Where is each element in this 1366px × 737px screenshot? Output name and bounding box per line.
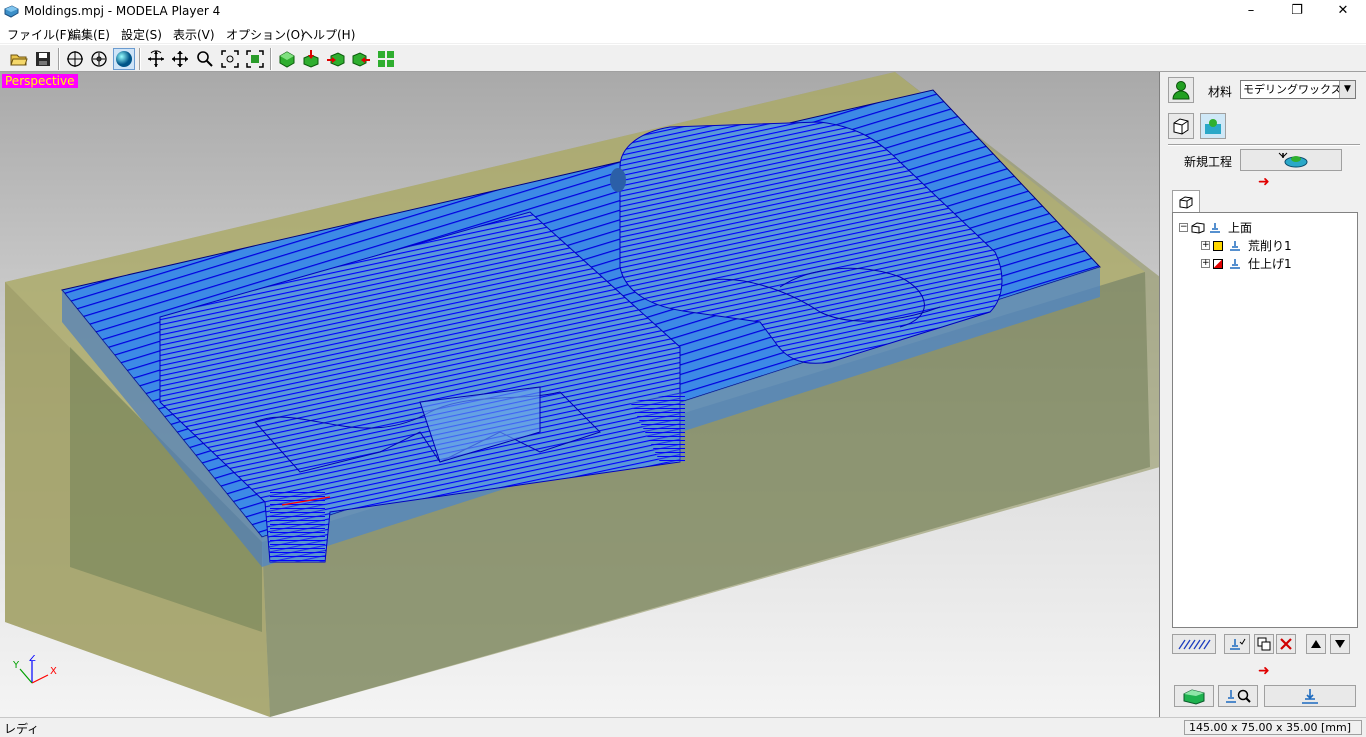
menu-help[interactable]: ヘルプ(H) (301, 26, 355, 43)
new-process-label: 新規工程 (1184, 155, 1233, 169)
menu-edit[interactable]: 編集(E) (69, 26, 110, 43)
axis-y-label: Y (12, 660, 20, 671)
cube-down-arrow-icon[interactable] (300, 48, 322, 70)
pan-icon[interactable] (169, 48, 191, 70)
tree-item-finishing[interactable]: + 仕上げ1 (1201, 255, 1292, 272)
toolpath-icon (1230, 258, 1240, 269)
3d-viewport[interactable]: Perspective Z X Y (0, 72, 1160, 717)
surface-icon (1210, 222, 1220, 233)
sphere-icon[interactable] (113, 48, 135, 70)
move-down-icon[interactable] (1330, 634, 1350, 654)
rotate-icon[interactable] (145, 48, 167, 70)
tree-root-label: 上面 (1228, 221, 1253, 235)
cube-left-arrow-icon[interactable] (350, 48, 372, 70)
copy-icon[interactable] (1254, 634, 1274, 654)
cut-output-button[interactable] (1264, 685, 1356, 707)
tab-top-face[interactable] (1172, 190, 1200, 212)
maximize-button[interactable]: ❐ (1274, 0, 1320, 23)
roughing-status-icon (1213, 240, 1223, 251)
tree-root-row[interactable]: − 上面 (1179, 219, 1252, 236)
axis-indicator: Z X Y (12, 655, 57, 684)
green-cube-icon[interactable] (276, 48, 298, 70)
tree-item-label: 荒削り1 (1248, 239, 1292, 253)
target-icon[interactable] (88, 48, 110, 70)
zoom-extents-icon[interactable] (219, 48, 241, 70)
flow-arrow-icon: ➜ (1258, 174, 1270, 190)
expand-icon[interactable]: + (1201, 241, 1210, 250)
move-up-icon[interactable] (1306, 634, 1326, 654)
menu-view[interactable]: 表示(V) (173, 26, 215, 43)
toolpath-icon (1230, 240, 1240, 251)
toolbar-separator (139, 48, 141, 70)
title-bar: Moldings.mpj - MODELA Player 4 – ❐ ✕ (0, 0, 1366, 23)
face-box-icon (1191, 221, 1205, 234)
toolbar (0, 44, 1366, 72)
dropdown-arrow-icon[interactable]: ▼ (1339, 81, 1355, 98)
new-process-button[interactable] (1240, 149, 1342, 171)
minimize-button[interactable]: – (1228, 0, 1274, 23)
status-text: レディ (4, 722, 40, 736)
multi-cube-icon[interactable] (375, 48, 397, 70)
preview-cutting-icon[interactable] (1218, 685, 1258, 707)
user-icon[interactable] (1168, 77, 1194, 103)
menu-options[interactable]: オプション(O) (226, 26, 305, 43)
material-value: モデリングワックス (1243, 83, 1342, 96)
cube-right-arrow-icon[interactable] (325, 48, 347, 70)
toolbar-separator (270, 48, 272, 70)
crosshair-icon[interactable] (64, 48, 86, 70)
model-dimensions: 145.00 x 75.00 x 35.00 [mm] (1184, 720, 1362, 735)
box-outline-icon[interactable] (1168, 113, 1194, 139)
axis-z-label: Z (29, 655, 36, 664)
open-folder-icon[interactable] (8, 48, 30, 70)
close-button[interactable]: ✕ (1320, 0, 1366, 23)
window-title: Moldings.mpj - MODELA Player 4 (24, 4, 221, 18)
process-tree[interactable]: − 上面 + 荒削り1 + 仕上げ1 (1172, 212, 1358, 628)
tree-item-label: 仕上げ1 (1248, 257, 1292, 271)
status-bar: レディ 145.00 x 75.00 x 35.00 [mm] (0, 717, 1366, 736)
toolpath-preview-button[interactable] (1172, 634, 1216, 654)
fit-icon[interactable] (244, 48, 266, 70)
save-icon[interactable] (32, 48, 54, 70)
axis-x-label: X (50, 666, 57, 677)
app-icon (4, 5, 19, 18)
view-mode-label: Perspective (2, 74, 78, 88)
panel-divider (1168, 144, 1360, 146)
zoom-icon[interactable] (194, 48, 216, 70)
material-label: 材料 (1208, 85, 1233, 99)
toolbar-separator (58, 48, 60, 70)
finishing-status-icon (1213, 258, 1223, 269)
material-select[interactable]: モデリングワックス ▼ (1240, 80, 1356, 99)
collapse-icon[interactable]: − (1179, 223, 1188, 232)
expand-icon[interactable]: + (1201, 259, 1210, 268)
delete-icon[interactable] (1276, 634, 1296, 654)
tree-item-roughing[interactable]: + 荒削り1 (1201, 237, 1292, 254)
menu-bar: ファイル(F) 編集(E) 設定(S) 表示(V) オプション(O) ヘルプ(H… (0, 23, 1366, 43)
surface-mold-icon[interactable] (1200, 113, 1226, 139)
menu-settings[interactable]: 設定(S) (121, 26, 162, 43)
menu-file[interactable]: ファイル(F) (7, 26, 71, 43)
edit-process-icon[interactable] (1224, 634, 1250, 654)
cutting-simulation-icon[interactable] (1174, 685, 1214, 707)
stock-model-render (5, 72, 1159, 717)
process-panel: 材料 モデリングワックス ▼ 新規工程 ➜ − 上面 + 荒削り1 + 仕上げ1… (1162, 72, 1366, 717)
flow-arrow-icon: ➜ (1258, 663, 1270, 679)
